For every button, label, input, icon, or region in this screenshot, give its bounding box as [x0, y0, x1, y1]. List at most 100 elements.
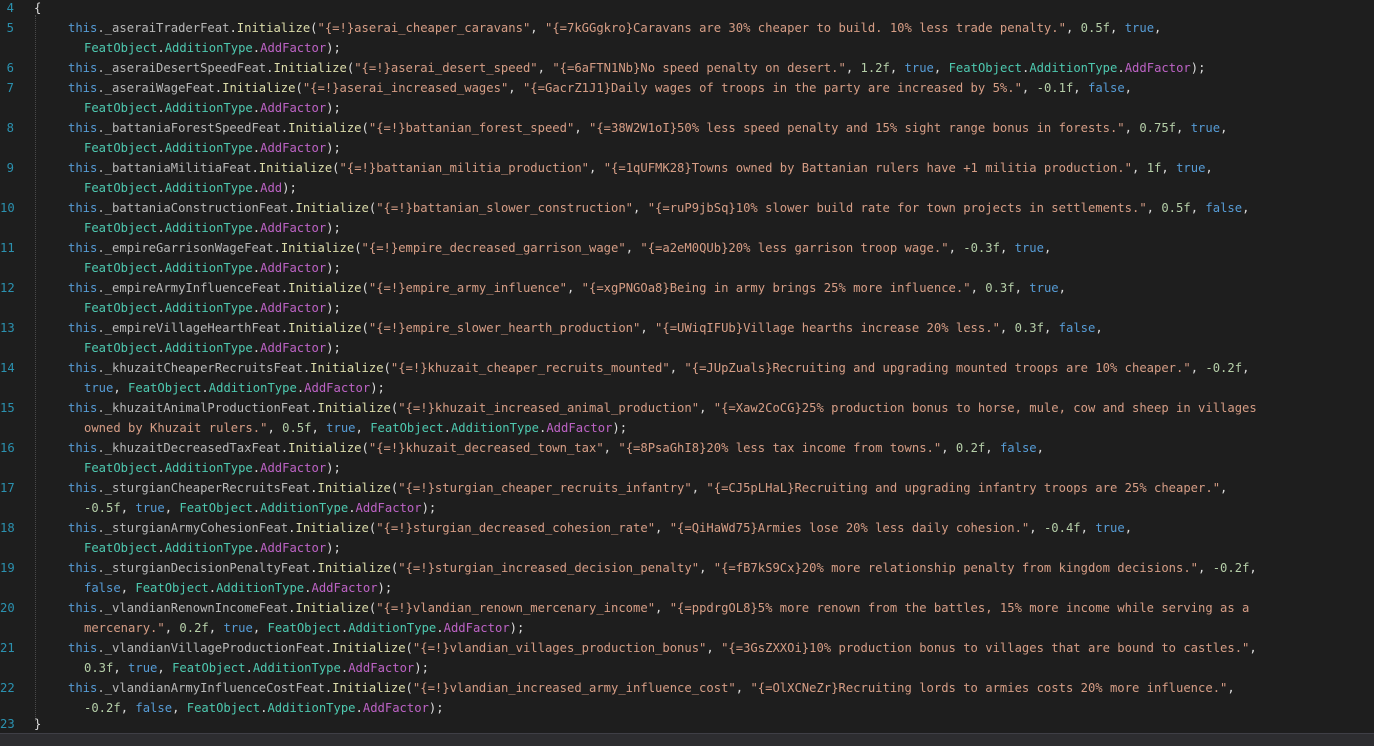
- code-continuation-line[interactable]: FeatObject.AdditionType.AddFactor);: [84, 298, 341, 318]
- type-name: FeatObject: [128, 381, 202, 395]
- code-line[interactable]: this._sturgianCheaperRecruitsFeat.Initia…: [68, 478, 1227, 498]
- punctuation: );: [428, 701, 444, 715]
- code-line[interactable]: this._battaniaForestSpeedFeat.Initialize…: [68, 118, 1227, 138]
- enum-type: AdditionType: [348, 621, 437, 635]
- punctuation: ,: [655, 601, 670, 615]
- string-literal: "{=xgPNGOa8}Being in army brings 25% mor…: [581, 281, 971, 295]
- code-line[interactable]: this._aseraiWageFeat.Initialize("{=!}ase…: [68, 78, 1132, 98]
- punctuation: ,: [1073, 81, 1088, 95]
- string-literal: "{=!}battanian_slower_construction": [376, 201, 634, 215]
- enum-type: AdditionType: [164, 141, 253, 155]
- line-number: 14: [0, 361, 15, 375]
- string-literal: "{=!}sturgian_increased_decision_penalty…: [398, 561, 700, 575]
- number-literal: 0.5f: [1080, 21, 1110, 35]
- code-line[interactable]: this._sturgianDecisionPenaltyFeat.Initia…: [68, 558, 1257, 578]
- punctuation: ,: [113, 661, 129, 675]
- enum-type: AdditionType: [164, 261, 253, 275]
- type-name: FeatObject: [84, 41, 158, 55]
- code-continuation-line[interactable]: owned by Khuzait rulers.", 0.5f, true, F…: [84, 418, 627, 438]
- code-continuation-line[interactable]: FeatObject.AdditionType.AddFactor);: [84, 98, 341, 118]
- punctuation: );: [326, 341, 341, 355]
- punctuation: ,: [1242, 361, 1250, 375]
- field-name: ._khuzaitCheaperRecruitsFeat: [97, 361, 303, 375]
- punctuation: .: [208, 581, 217, 595]
- method-call: .Initialize(: [310, 561, 398, 575]
- punctuation: ,: [1043, 321, 1059, 335]
- punctuation: ,: [999, 241, 1015, 255]
- method-call: .Initialize(: [281, 441, 369, 455]
- code-line[interactable]: this._empireGarrisonWageFeat.Initialize(…: [68, 238, 1051, 258]
- this-keyword: this: [68, 561, 98, 575]
- code-continuation-line[interactable]: FeatObject.AdditionType.Add);: [84, 178, 297, 198]
- bool-literal: false: [1205, 201, 1243, 215]
- code-continuation-line[interactable]: 0.3f, true, FeatObject.AdditionType.AddF…: [84, 658, 429, 678]
- code-continuation-line[interactable]: mercenary.", 0.2f, true, FeatObject.Addi…: [84, 618, 524, 638]
- bool-literal: true: [326, 421, 356, 435]
- punctuation: ,: [1124, 81, 1133, 95]
- code-continuation-line[interactable]: false, FeatObject.AdditionType.AddFactor…: [84, 578, 392, 598]
- bool-literal: false: [999, 441, 1037, 455]
- code-line[interactable]: this._empireVillageHearthFeat.Initialize…: [68, 318, 1103, 338]
- punctuation: ,: [706, 641, 722, 655]
- number-literal: 0.2f: [955, 441, 986, 455]
- enum-value: Add: [260, 181, 283, 195]
- code-line[interactable]: this._vlandianArmyInfluenceCostFeat.Init…: [68, 678, 1235, 698]
- code-line[interactable]: this._battaniaConstructionFeat.Initializ…: [68, 198, 1249, 218]
- code-continuation-line[interactable]: -0.2f, false, FeatObject.AdditionType.Ad…: [84, 698, 444, 718]
- punctuation: ,: [1124, 521, 1133, 535]
- bool-literal: true: [1176, 161, 1206, 175]
- string-literal: "{=!}empire_army_influence": [368, 281, 567, 295]
- code-continuation-line[interactable]: FeatObject.AdditionType.AddFactor);: [84, 258, 341, 278]
- code-line[interactable]: this._khuzaitDecreasedTaxFeat.Initialize…: [68, 438, 1044, 458]
- bool-literal: false: [84, 581, 121, 595]
- method-name: Initialize: [317, 561, 391, 575]
- punctuation: );: [326, 101, 341, 115]
- code-continuation-line[interactable]: FeatObject.AdditionType.AddFactor);: [84, 38, 341, 58]
- method-call: .Initialize(: [325, 641, 413, 655]
- bool-literal: false: [1058, 321, 1096, 335]
- code-continuation-line[interactable]: FeatObject.AdditionType.AddFactor);: [84, 138, 341, 158]
- punctuation: .: [157, 141, 165, 155]
- bool-literal: true: [1014, 241, 1044, 255]
- code-continuation-line[interactable]: FeatObject.AdditionType.AddFactor);: [84, 338, 341, 358]
- this-keyword: this: [68, 281, 98, 295]
- enum-type: AdditionType: [260, 501, 349, 515]
- punctuation: ,: [120, 581, 136, 595]
- code-line[interactable]: this._aseraiTraderFeat.Initialize("{=!}a…: [68, 18, 1161, 38]
- string-literal: "{=1qUFMK28}Towns owned by Battanian rul…: [603, 161, 1132, 175]
- enum-type: AdditionType: [164, 181, 253, 195]
- field-name: ._empireArmyInfluenceFeat: [97, 281, 281, 295]
- code-continuation-line[interactable]: FeatObject.AdditionType.AddFactor);: [84, 218, 341, 238]
- code-line[interactable]: this._sturgianArmyCohesionFeat.Initializ…: [68, 518, 1132, 538]
- code-continuation-line[interactable]: -0.5f, true, FeatObject.AdditionType.Add…: [84, 498, 436, 518]
- string-literal: "{=6aFTN1Nb}No speed penalty on desert.": [552, 61, 846, 75]
- code-continuation-line[interactable]: FeatObject.AdditionType.AddFactor);: [84, 458, 341, 478]
- punctuation: ,: [1036, 441, 1044, 455]
- type-name: FeatObject: [186, 701, 261, 715]
- enum-value: AddFactor: [1124, 61, 1191, 75]
- punctuation: );: [414, 661, 429, 675]
- punctuation: ,: [1249, 561, 1257, 575]
- field-name: ._sturgianCheaperRecruitsFeat: [97, 481, 311, 495]
- code-line[interactable]: this._vlandianVillageProductionFeat.Init…: [68, 638, 1257, 658]
- code-editor[interactable]: 4 5 6 7 8 9 10 11 12 13 14 15 16 17 18 19 20 21 22 23 { thi…: [0, 0, 1374, 746]
- string-literal: "{=!}khuzait_decreased_town_tax": [368, 441, 604, 455]
- code-line[interactable]: this._aseraiDesertSpeedFeat.Initialize("…: [68, 58, 1205, 78]
- code-line[interactable]: this._khuzaitCheaperRecruitsFeat.Initial…: [68, 358, 1249, 378]
- code-line[interactable]: this._khuzaitAnimalProductionFeat.Initia…: [68, 398, 1257, 418]
- code-continuation-line[interactable]: FeatObject.AdditionType.AddFactor);: [84, 538, 341, 558]
- this-keyword: this: [68, 401, 98, 415]
- enum-value: AddFactor: [362, 701, 429, 715]
- horizontal-scrollbar[interactable]: [0, 733, 1374, 746]
- string-literal: mercenary.": [84, 621, 165, 635]
- method-name: Initialize: [222, 81, 296, 95]
- string-literal: "{=3GsZXXOi}10% production bonus to vill…: [721, 641, 1250, 655]
- enum-type: AdditionType: [164, 221, 253, 235]
- code-continuation-line[interactable]: true, FeatObject.AdditionType.AddFactor)…: [84, 378, 385, 398]
- code-line[interactable]: this._battaniaMilitiaFeat.Initialize("{=…: [68, 158, 1213, 178]
- code-line[interactable]: this._empireArmyInfluenceFeat.Initialize…: [68, 278, 1066, 298]
- method-name: Initialize: [288, 121, 362, 135]
- paren: (: [361, 321, 369, 335]
- punctuation: ,: [1146, 201, 1162, 215]
- code-line[interactable]: this._vlandianRenownIncomeFeat.Initializ…: [68, 598, 1249, 618]
